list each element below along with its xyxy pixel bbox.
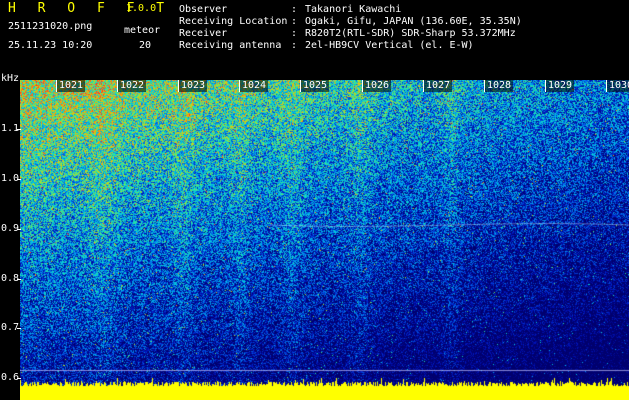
location-label: Receiving Location [179,16,288,27]
header: H R O F F T 1.0.0 2511231020.png meteor … [0,0,629,80]
x-tick-label: 1024 [240,80,269,92]
receiver-row: Receiver : R820T2(RTL-SDR) SDR-Sharp 53.… [179,28,522,40]
x-tick-label: 1021 [57,80,86,92]
separator: : [291,4,298,15]
separator: : [291,28,298,39]
x-tick-label: 1022 [118,80,147,92]
separator: : [291,16,298,27]
y-tick-mark [17,378,21,379]
station-info: Observer : Takanori Kawachi Receiving Lo… [179,4,522,52]
receiver-value: R820T2(RTL-SDR) SDR-Sharp 53.372MHz [305,28,516,39]
x-tick-label: 1027 [424,80,453,92]
antenna-value: 2el-HB9CV Vertical (el. E-W) [305,40,474,51]
observer-label: Observer [179,4,228,15]
y-tick-mark [17,229,21,230]
file-name: 2511231020.png [8,21,93,32]
x-tick-label: 1028 [485,80,514,92]
y-tick-mark [17,328,21,329]
timestamp: 25.11.23 10:20 [8,40,93,51]
y-tick-mark [17,279,21,280]
x-tick-label: 1030 [607,80,629,92]
observer-row: Observer : Takanori Kawachi [179,4,522,16]
observer-value: Takanori Kawachi [305,4,402,15]
spectrogram-canvas [20,80,629,400]
y-axis-unit: kHz [1,73,20,84]
separator: : [291,40,298,51]
meteor-count: 20 [139,40,152,51]
meteor-label: meteor [124,25,161,36]
receiver-label: Receiver [179,28,228,39]
location-row: Receiving Location : Ogaki, Gifu, JAPAN … [179,16,522,28]
x-tick-label: 1025 [301,80,330,92]
antenna-label: Receiving antenna [179,40,282,51]
y-tick-mark [17,179,21,180]
x-tick-label: 1023 [179,80,208,92]
spectrogram-panel: kHz 1.1 1.0 0.9 0.8 0.7 0.6 1021 1022 1023 1024 1… [0,73,629,400]
y-tick-mark [17,129,21,130]
antenna-row: Receiving antenna : 2el-HB9CV Vertical (… [179,40,522,52]
x-tick-label: 1029 [546,80,575,92]
x-tick-label: 1026 [363,80,392,92]
location-value: Ogaki, Gifu, JAPAN (136.60E, 35.35N) [305,16,522,27]
app-version: 1.0.0 [126,3,157,14]
